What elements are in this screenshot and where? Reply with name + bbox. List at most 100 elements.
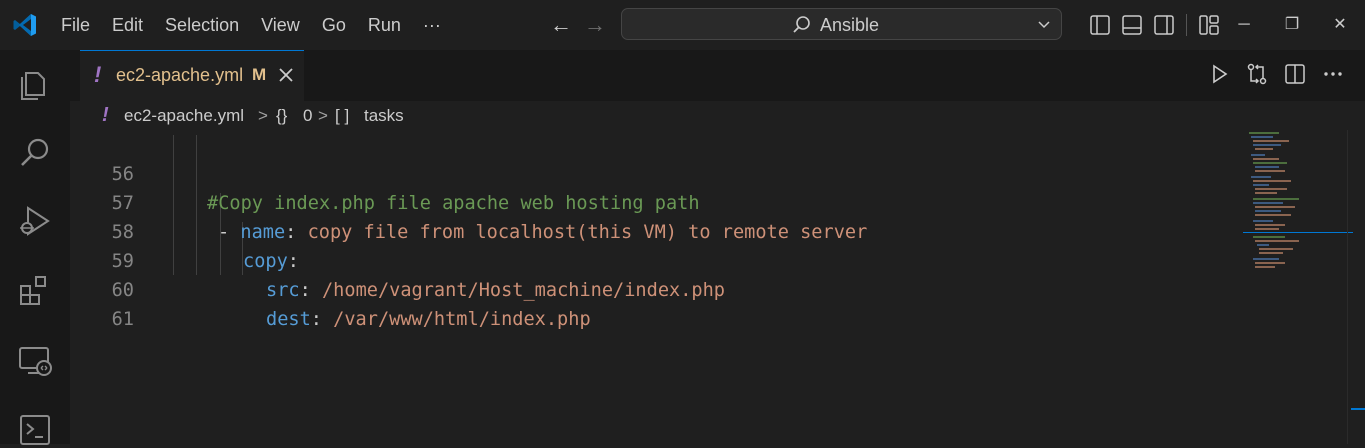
terminal-icon[interactable] xyxy=(16,410,54,448)
navigation-arrows: ← → xyxy=(550,12,606,38)
tab-ec2-apache[interactable]: ! ec2-apache.yml M xyxy=(80,50,304,101)
object-icon: {} xyxy=(276,106,288,125)
scrollbar-cursor-marker xyxy=(1351,408,1365,410)
more-actions-icon[interactable] xyxy=(1321,62,1345,86)
breadcrumb-array[interactable]: tasks xyxy=(364,106,404,126)
compare-changes-icon[interactable] xyxy=(1245,62,1269,86)
minimap-line xyxy=(1249,132,1279,134)
menu-run[interactable]: Run xyxy=(357,0,412,50)
code-line: 61 xyxy=(70,276,1240,330)
breadcrumb-separator: > xyxy=(258,106,268,125)
back-arrow-icon[interactable]: ← xyxy=(550,12,572,38)
breadcrumb-file[interactable]: ec2-apache.yml xyxy=(124,106,244,126)
minimap-line xyxy=(1253,220,1273,222)
modified-badge: M xyxy=(252,65,267,84)
search-icon xyxy=(793,16,810,33)
minimap-line xyxy=(1253,184,1269,186)
minimap-line xyxy=(1255,224,1285,226)
minimap-line xyxy=(1257,244,1269,246)
breadcrumb-separator: > xyxy=(318,106,328,125)
minimap-line xyxy=(1253,158,1279,160)
minimap-line xyxy=(1255,166,1279,168)
menu-go[interactable]: Go xyxy=(311,0,357,50)
layout-controls xyxy=(1088,13,1229,37)
minimap-line xyxy=(1253,198,1299,200)
minimap-line xyxy=(1253,180,1291,182)
minimap-line xyxy=(1255,266,1275,268)
code-line: 57 - name: copy file from localhost(this… xyxy=(70,160,1240,243)
activity-bar xyxy=(0,50,70,445)
menu-more[interactable]: ··· xyxy=(412,0,452,50)
minimap-line xyxy=(1255,240,1299,242)
layout-separator xyxy=(1186,14,1187,36)
minimap[interactable] xyxy=(1243,130,1353,444)
command-center-label: Ansible xyxy=(820,15,880,35)
line-number: 61 xyxy=(111,309,134,330)
toggle-primary-sidebar-icon[interactable] xyxy=(1088,13,1112,37)
minimap-line xyxy=(1255,170,1285,172)
breadcrumb-object[interactable]: 0 xyxy=(303,106,312,126)
array-icon: [ ] xyxy=(335,106,350,125)
forward-arrow-icon[interactable]: → xyxy=(584,12,606,38)
code-line: 58 copy: xyxy=(70,189,1240,272)
close-window-icon[interactable]: ✕ xyxy=(1316,0,1364,50)
minimap-line xyxy=(1251,176,1271,178)
extensions-icon[interactable] xyxy=(16,272,54,310)
minimap-line xyxy=(1251,154,1265,156)
minimap-line xyxy=(1255,262,1285,264)
breadcrumb: ! ec2-apache.yml > {} 0 > [ ] tasks xyxy=(70,101,1365,131)
chevron-down-icon[interactable] xyxy=(1037,17,1051,31)
window-controls: ─ ❐ ✕ xyxy=(1220,0,1364,50)
close-icon[interactable] xyxy=(276,65,296,85)
vertical-scrollbar[interactable] xyxy=(1347,130,1365,444)
minimap-line xyxy=(1255,214,1291,216)
split-editor-icon[interactable] xyxy=(1283,62,1307,86)
minimap-line xyxy=(1253,140,1289,142)
yaml-file-icon: ! xyxy=(102,104,109,126)
minimap-line xyxy=(1255,188,1287,190)
customize-layout-icon[interactable] xyxy=(1197,13,1221,37)
command-center[interactable]: Ansible xyxy=(621,8,1062,40)
minimap-line xyxy=(1255,228,1279,230)
yaml-value: /var/www/html/index.php xyxy=(333,309,591,330)
code-line: 60 dest: /var/www/html/index.php xyxy=(70,247,1240,330)
title-bar: File Edit Selection View Go Run ··· ← → … xyxy=(0,0,1365,50)
minimap-line xyxy=(1255,210,1281,212)
minimap-line xyxy=(1253,162,1287,164)
colon: : xyxy=(310,309,334,330)
code-editor[interactable]: 56 #Copy index.php file apache web hosti… xyxy=(70,131,1240,444)
minimize-icon[interactable]: ─ xyxy=(1220,0,1268,50)
minimap-line xyxy=(1253,202,1283,204)
menu-file[interactable]: File xyxy=(50,0,101,50)
minimap-line xyxy=(1253,258,1279,260)
minimap-line xyxy=(1259,248,1293,250)
code-line: 56 #Copy index.php file apache web hosti… xyxy=(70,131,1240,214)
run-icon[interactable] xyxy=(1207,62,1231,86)
search-sidebar-icon[interactable] xyxy=(16,134,54,172)
minimap-line xyxy=(1255,192,1277,194)
minimap-line xyxy=(1253,236,1285,238)
menu-selection[interactable]: Selection xyxy=(154,0,250,50)
yaml-key: dest xyxy=(266,309,311,330)
run-and-debug-icon[interactable] xyxy=(16,202,54,240)
menu-view[interactable]: View xyxy=(250,0,311,50)
code-content: dest: /var/www/html/index.php xyxy=(266,305,591,334)
tab-bar: ! ec2-apache.yml M xyxy=(70,50,1365,101)
explorer-icon[interactable] xyxy=(16,64,54,102)
minimap-cursor-line xyxy=(1243,232,1353,233)
restore-icon[interactable]: ❐ xyxy=(1268,0,1316,50)
minimap-line xyxy=(1253,144,1281,146)
vscode-logo-icon xyxy=(13,14,36,36)
yaml-file-icon: ! xyxy=(94,62,102,87)
editor-area: ! ec2-apache.yml M ! ec2-apache.yml > {}… xyxy=(70,50,1365,444)
editor-actions xyxy=(1207,62,1345,86)
menu-edit[interactable]: Edit xyxy=(101,0,154,50)
remote-explorer-icon[interactable] xyxy=(16,342,54,380)
code-line: 59 src: /home/vagrant/Host_machine/index… xyxy=(70,218,1240,301)
toggle-panel-icon[interactable] xyxy=(1120,13,1144,37)
minimap-line xyxy=(1255,148,1273,150)
minimap-line xyxy=(1251,136,1273,138)
menu-bar: File Edit Selection View Go Run ··· xyxy=(50,0,452,50)
toggle-secondary-sidebar-icon[interactable] xyxy=(1152,13,1176,37)
tab-label: ec2-apache.yml xyxy=(116,65,244,85)
